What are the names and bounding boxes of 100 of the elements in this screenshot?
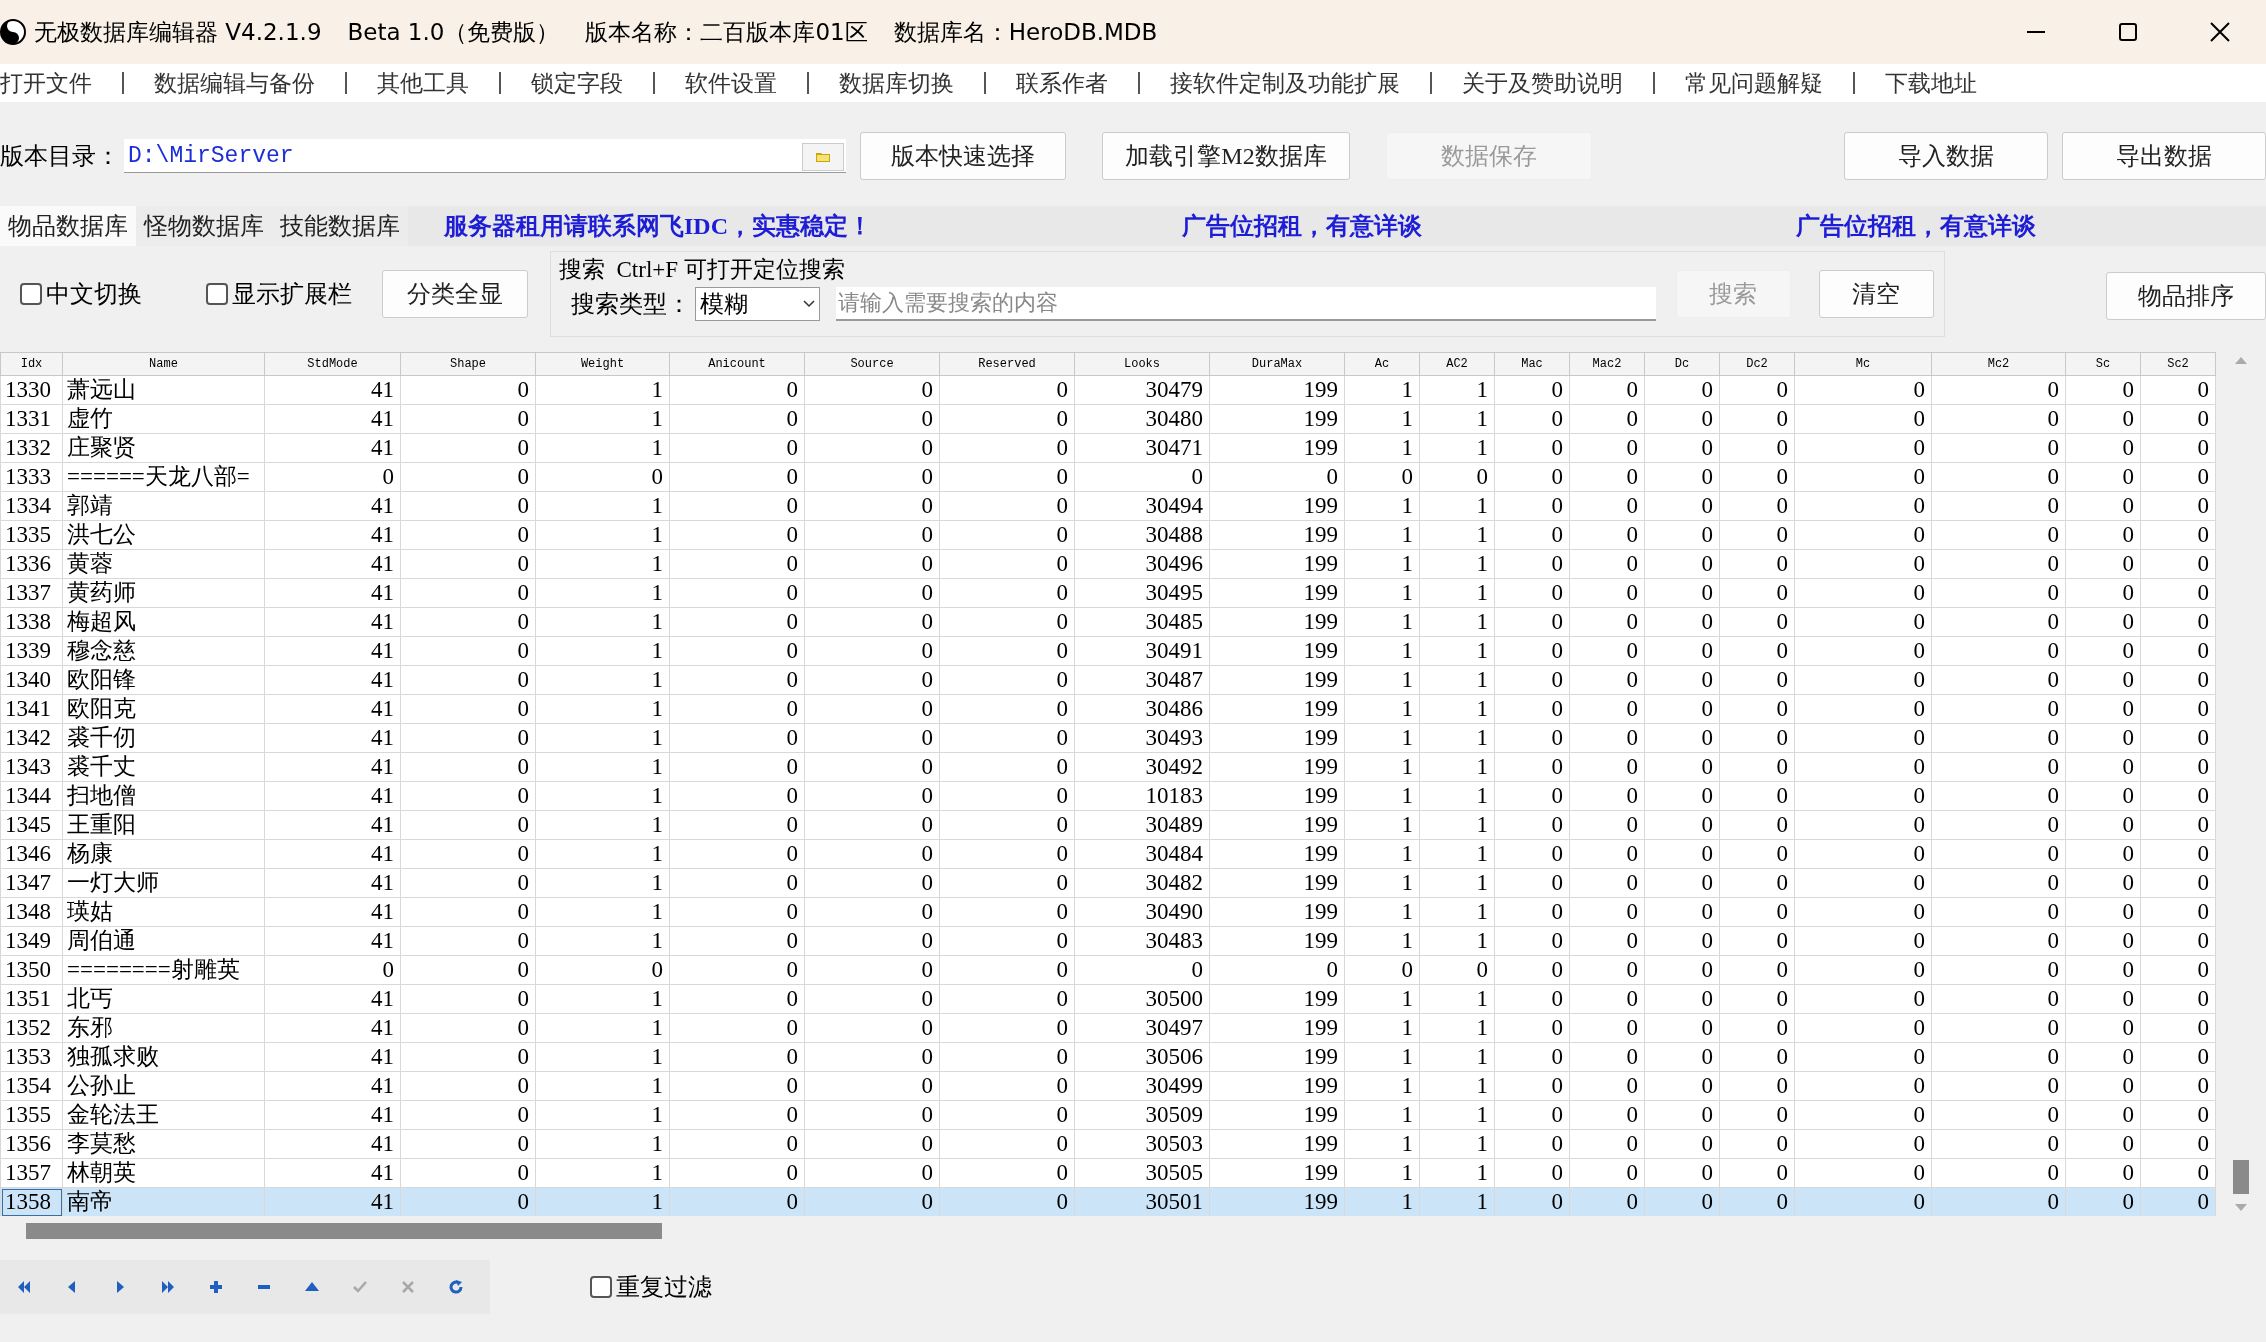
- search-button[interactable]: 清空: [1818, 270, 1934, 318]
- table-row[interactable]: 1353 独孤求败 41 0 1 0 0 0 30506 199 1 1 0 0 0 0 0 0 0 0: [0, 1042, 2216, 1072]
- table-cell: 0: [2140, 1129, 2216, 1159]
- table-cell: 199: [1209, 665, 1345, 695]
- column-header[interactable]: Ac: [1344, 352, 1420, 376]
- menu-item[interactable]: 下载地址: [1885, 67, 1977, 99]
- column-header[interactable]: Name: [62, 352, 265, 376]
- checkbox[interactable]: [20, 283, 42, 305]
- menu-item[interactable]: 其他工具: [377, 67, 469, 99]
- toolbar-button[interactable]: 导入数据: [1844, 132, 2048, 180]
- maximize-icon[interactable]: [2119, 23, 2137, 41]
- table-cell: 0: [1494, 1187, 1570, 1216]
- checkbox-label: 中文切换: [46, 280, 142, 309]
- table-row[interactable]: 1340 欧阳锋 41 0 1 0 0 0 30487 199 1 1 0 0 0 0 0 0 0 0: [0, 665, 2216, 695]
- table-row[interactable]: 1330 萧远山 41 0 1 0 0 0 30479 199 1 1 0 0 0 0 0 0 0 0: [0, 375, 2216, 405]
- table-row[interactable]: 1343 裘千丈 41 0 1 0 0 0 30492 199 1 1 0 0 0 0 0 0 0 0: [0, 752, 2216, 782]
- checkbox[interactable]: [206, 283, 228, 305]
- search-type-dropdown[interactable]: 模糊: [695, 287, 820, 321]
- toolbar-button[interactable]: 导出数据: [2062, 132, 2266, 180]
- column-header[interactable]: Sc2: [2140, 352, 2216, 376]
- table-row[interactable]: 1338 梅超风 41 0 1 0 0 0 30485 199 1 1 0 0 0 0 0 0 0 0: [0, 607, 2216, 637]
- column-header[interactable]: Source: [804, 352, 940, 376]
- close-icon[interactable]: [2210, 22, 2230, 42]
- table-row[interactable]: 1339 穆念慈 41 0 1 0 0 0 30491 199 1 1 0 0 0 0 0 0 0 0: [0, 636, 2216, 666]
- table-cell: 1: [1344, 897, 1420, 927]
- menu-item[interactable]: 数据库切换: [839, 67, 954, 99]
- tab[interactable]: 怪物数据库: [136, 206, 272, 246]
- column-header[interactable]: Mc2: [1931, 352, 2066, 376]
- column-header[interactable]: Weight: [535, 352, 670, 376]
- column-header[interactable]: Reserved: [939, 352, 1075, 376]
- table-cell: 0: [1494, 607, 1570, 637]
- table-cell: 0: [1644, 868, 1720, 898]
- menu-item[interactable]: 软件设置: [685, 67, 777, 99]
- table-row[interactable]: 1344 扫地僧 41 0 1 0 0 0 10183 199 1 1 0 0 0 0 0 0 0 0: [0, 781, 2216, 811]
- table-row[interactable]: 1342 裘千仞 41 0 1 0 0 0 30493 199 1 1 0 0 0 0 0 0 0 0: [0, 723, 2216, 753]
- tab[interactable]: 技能数据库: [272, 206, 408, 246]
- table-cell: 0: [2065, 955, 2141, 985]
- sort-button[interactable]: 物品排序: [2106, 272, 2266, 320]
- table-cell: 0: [2065, 520, 2141, 550]
- table-row[interactable]: 1335 洪七公 41 0 1 0 0 0 30488 199 1 1 0 0 0 0 0 0 0 0: [0, 520, 2216, 550]
- table-row[interactable]: 1346 杨康 41 0 1 0 0 0 30484 199 1 1 0 0 0 0 0 0 0 0: [0, 839, 2216, 869]
- checkbox[interactable]: [590, 1276, 612, 1298]
- table-row[interactable]: 1351 北丐 41 0 1 0 0 0 30500 199 1 1 0 0 0 0 0 0 0 0: [0, 984, 2216, 1014]
- table-cell: 0: [1719, 1129, 1795, 1159]
- column-header[interactable]: Dc2: [1719, 352, 1795, 376]
- column-header[interactable]: Mc: [1794, 352, 1932, 376]
- table-row[interactable]: 1347 一灯大师 41 0 1 0 0 0 30482 199 1 1 0 0 0 0 0 0 0 0: [0, 868, 2216, 898]
- table-row[interactable]: 1333 ======天龙八部= 0 0 0 0 0 0 0 0 0 0 0 0 0 0 0 0 0 0: [0, 462, 2216, 492]
- column-header[interactable]: Dc: [1644, 352, 1720, 376]
- show-all-button[interactable]: 分类全显: [382, 270, 528, 318]
- column-header[interactable]: DuraMax: [1209, 352, 1345, 376]
- menu-item[interactable]: 关于及赞助说明: [1462, 67, 1623, 99]
- menu-item[interactable]: 联系作者: [1016, 67, 1108, 99]
- table-cell: 0: [1569, 607, 1645, 637]
- search-field[interactable]: 请输入需要搜索的内容: [835, 287, 1656, 321]
- scrollbar-thumb[interactable]: [2233, 1160, 2249, 1194]
- column-header[interactable]: Looks: [1074, 352, 1210, 376]
- table-cell: 1: [535, 926, 670, 956]
- table-row[interactable]: 1350 ========射雕英 0 0 0 0 0 0 0 0 0 0 0 0 0 0 0 0 0 0: [0, 955, 2216, 985]
- table-row[interactable]: 1345 王重阳 41 0 1 0 0 0 30489 199 1 1 0 0 0 0 0 0 0 0: [0, 810, 2216, 840]
- menu-item[interactable]: 打开文件: [0, 67, 92, 99]
- table-row[interactable]: 1331 虚竹 41 0 1 0 0 0 30480 199 1 1 0 0 0 0 0 0 0 0: [0, 404, 2216, 434]
- column-header[interactable]: AC2: [1419, 352, 1495, 376]
- menu-item[interactable]: 数据编辑与备份: [154, 67, 315, 99]
- table-row[interactable]: 1352 东邪 41 0 1 0 0 0 30497 199 1 1 0 0 0 0 0 0 0 0: [0, 1013, 2216, 1043]
- toolbar-button[interactable]: 版本快速选择: [860, 132, 1066, 180]
- table-row[interactable]: 1348 瑛姑 41 0 1 0 0 0 30490 199 1 1 0 0 0 0 0 0 0 0: [0, 897, 2216, 927]
- column-header[interactable]: Idx: [0, 352, 63, 376]
- table-row[interactable]: 1357 林朝英 41 0 1 0 0 0 30505 199 1 1 0 0 0 0 0 0 0 0: [0, 1158, 2216, 1188]
- table-cell: 1351: [0, 984, 63, 1014]
- table-row[interactable]: 1336 黄蓉 41 0 1 0 0 0 30496 199 1 1 0 0 0 0 0 0 0 0: [0, 549, 2216, 579]
- menu-item[interactable]: 锁定字段: [531, 67, 623, 99]
- table-cell: 0: [1794, 1187, 1932, 1216]
- column-header[interactable]: Mac: [1494, 352, 1570, 376]
- column-header[interactable]: Sc: [2065, 352, 2141, 376]
- table-cell: 1342: [0, 723, 63, 753]
- table-row[interactable]: 1356 李莫愁 41 0 1 0 0 0 30503 199 1 1 0 0 0 0 0 0 0 0: [0, 1129, 2216, 1159]
- table-row[interactable]: 1349 周伯通 41 0 1 0 0 0 30483 199 1 1 0 0 0 0 0 0 0 0: [0, 926, 2216, 956]
- table-cell: 0: [1494, 868, 1570, 898]
- table-row[interactable]: 1334 郭靖 41 0 1 0 0 0 30494 199 1 1 0 0 0 0 0 0 0 0: [0, 491, 2216, 521]
- table-row[interactable]: 1332 庄聚贤 41 0 1 0 0 0 30471 199 1 1 0 0 0 0 0 0 0 0: [0, 433, 2216, 463]
- table-cell: 1: [1419, 491, 1495, 521]
- directory-field[interactable]: D:\MirServer: [124, 139, 846, 173]
- menu-item[interactable]: 接软件定制及功能扩展: [1170, 67, 1400, 99]
- table-row[interactable]: 1341 欧阳克 41 0 1 0 0 0 30486 199 1 1 0 0 0 0 0 0 0 0: [0, 694, 2216, 724]
- scrollbar-thumb[interactable]: [26, 1223, 662, 1239]
- menu-item[interactable]: 常见问题解疑: [1685, 67, 1823, 99]
- table-cell: 30497: [1074, 1013, 1210, 1043]
- column-header[interactable]: Mac2: [1569, 352, 1645, 376]
- table-row[interactable]: 1337 黄药师 41 0 1 0 0 0 30495 199 1 1 0 0 0 0 0 0 0 0: [0, 578, 2216, 608]
- table-row[interactable]: 1358 南帝 41 0 1 0 0 0 30501 199 1 1 0 0 0 0 0 0 0 0: [0, 1187, 2216, 1216]
- tab[interactable]: 物品数据库: [0, 206, 136, 246]
- table-cell: 0: [1419, 955, 1495, 985]
- column-header[interactable]: Anicount: [669, 352, 805, 376]
- table-row[interactable]: 1355 金轮法王 41 0 1 0 0 0 30509 199 1 1 0 0 0 0 0 0 0 0: [0, 1100, 2216, 1130]
- column-header[interactable]: StdMode: [264, 352, 401, 376]
- table-row[interactable]: 1354 公孙止 41 0 1 0 0 0 30499 199 1 1 0 0 0 0 0 0 0 0: [0, 1071, 2216, 1101]
- column-header[interactable]: Shape: [400, 352, 536, 376]
- toolbar-button[interactable]: 加载引擎M2数据库: [1102, 132, 1350, 180]
- table-cell: 0: [1794, 752, 1932, 782]
